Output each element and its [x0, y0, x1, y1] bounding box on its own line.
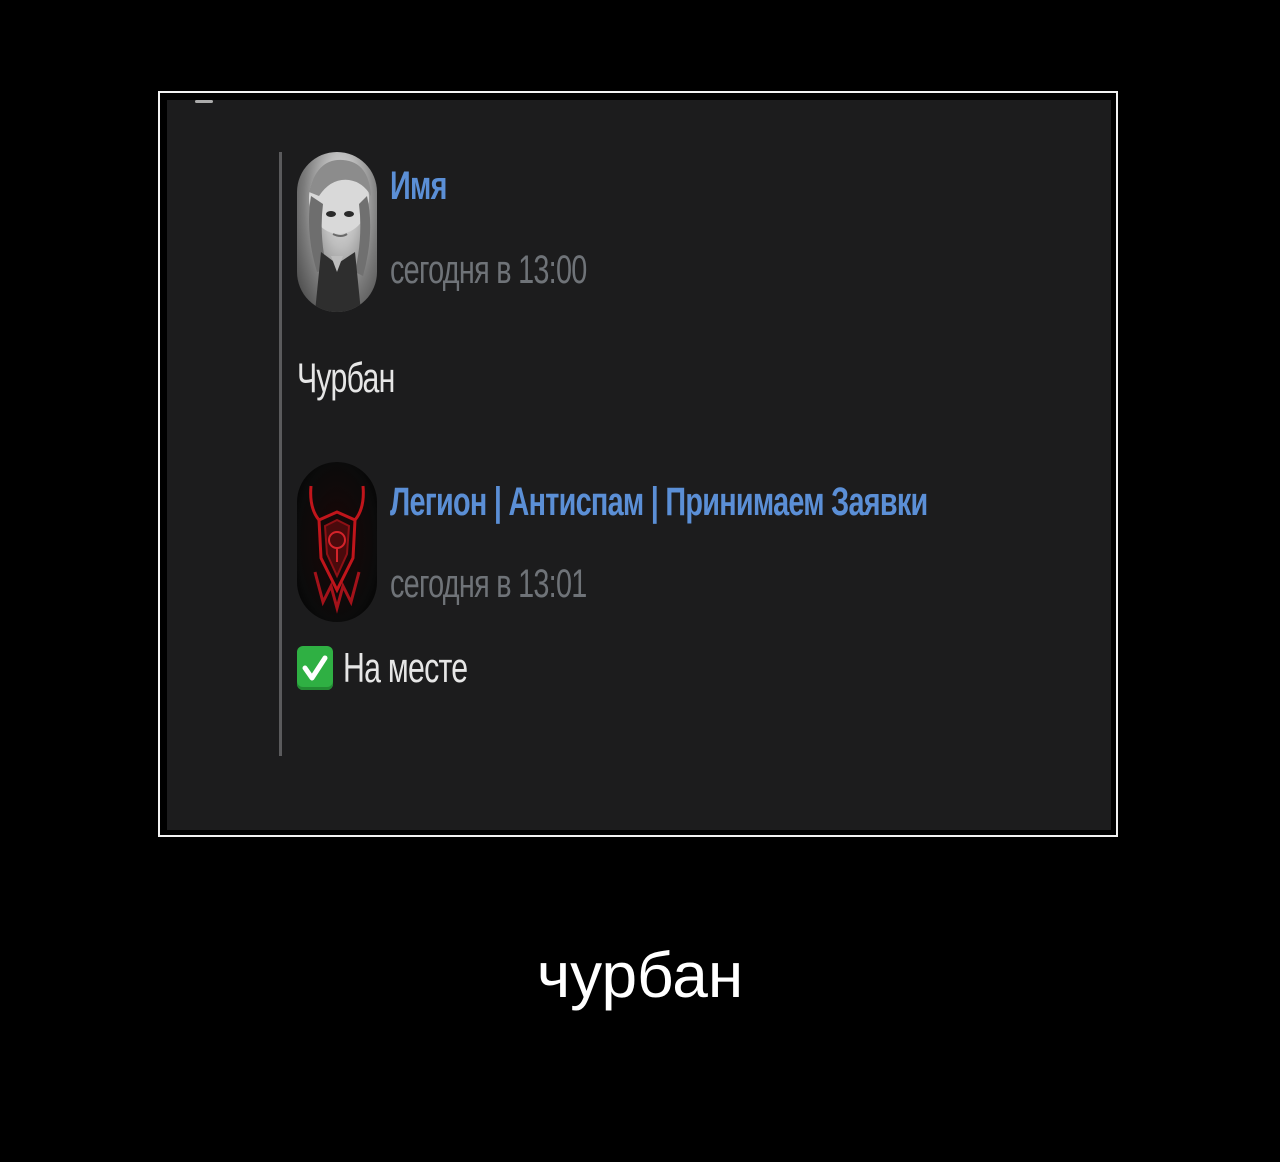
demotivator-poster: Имя сегодня в 13:00 Чурбан Легион | Анти… [0, 0, 1280, 1162]
poster-frame: Имя сегодня в 13:00 Чурбан Легион | Анти… [158, 91, 1118, 837]
screenshot-edge-mark [195, 100, 213, 103]
anime-character-avatar-icon[interactable] [297, 152, 377, 312]
red-demon-emblem-avatar-icon[interactable] [297, 462, 377, 622]
post-timestamp[interactable]: сегодня в 13:01 [390, 562, 587, 607]
embedded-screenshot: Имя сегодня в 13:00 Чурбан Легион | Анти… [167, 100, 1111, 830]
comment-text: На месте [343, 644, 468, 691]
post-timestamp[interactable]: сегодня в 13:00 [390, 248, 587, 293]
reply-thread-line [279, 152, 282, 756]
comment-text: Чурбан [297, 354, 395, 401]
author-name[interactable]: Имя [390, 164, 447, 209]
author-name[interactable]: Легион | Антиспам | Принимаем Заявки [390, 480, 928, 525]
poster-caption: чурбан [536, 939, 744, 1011]
green-check-mark-icon [297, 646, 333, 690]
comment-body: На месте [297, 644, 516, 692]
